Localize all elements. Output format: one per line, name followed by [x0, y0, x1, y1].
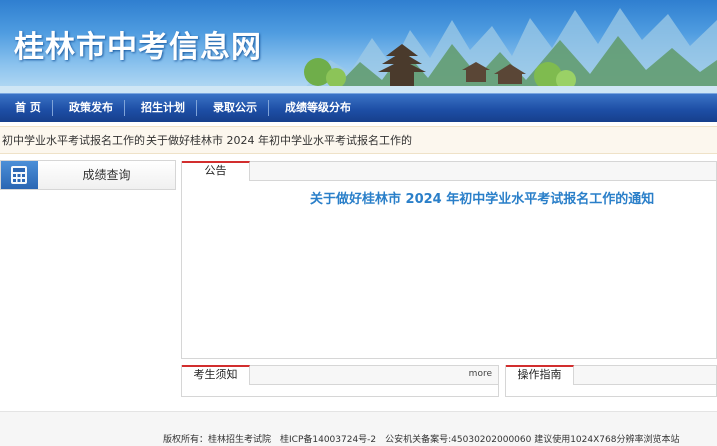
nav-item-home[interactable]: 首 页: [15, 94, 41, 122]
candidate-notice-box: 考生须知 more: [181, 365, 499, 397]
nav-item-policy[interactable]: 政策发布: [69, 94, 113, 122]
ticker-item[interactable]: 关于做好桂林市 2024 年初中学业水平考试报名工作的: [146, 127, 412, 153]
nav-divider: [196, 100, 197, 116]
nav-divider: [268, 100, 269, 116]
footer-copyright: 版权所有：桂林招生考试院 桂ICP备14003724号-2 公安机关备案号:45…: [163, 435, 680, 445]
score-query-label[interactable]: 成绩查询: [38, 161, 175, 189]
announcement-headline[interactable]: 关于做好桂林市 2024 年初中学业水平考试报名工作的通知: [310, 188, 654, 207]
score-query-box[interactable]: 成绩查询: [0, 160, 176, 190]
nav-item-score-distribution[interactable]: 成绩等级分布: [285, 94, 351, 122]
notice-tabbar: 考生须知 more: [182, 365, 498, 385]
guide-tabbar: 操作指南: [506, 365, 716, 385]
calculator-icon: [1, 161, 38, 189]
nav-item-admission-list[interactable]: 录取公示: [213, 94, 257, 122]
site-title: 桂林市中考信息网: [14, 30, 262, 65]
news-ticker: 初中学业水平考试报名工作的 关于做好桂林市 2024 年初中学业水平考试报名工作…: [0, 126, 717, 154]
site-banner: 桂林市中考信息网: [0, 0, 717, 93]
ticker-item[interactable]: 初中学业水平考试报名工作的: [2, 127, 145, 153]
footer: 版权所有：桂林招生考试院 桂ICP备14003724号-2 公安机关备案号:45…: [0, 412, 717, 446]
nav-divider: [124, 100, 125, 116]
tab-candidate-notice[interactable]: 考生须知: [182, 365, 250, 385]
tab-operation-guide[interactable]: 操作指南: [506, 365, 574, 385]
nav-divider: [52, 100, 53, 116]
announcement-tabbar: 公告: [182, 161, 716, 181]
tab-announcement[interactable]: 公告: [182, 161, 250, 181]
operation-guide-box: 操作指南: [505, 365, 717, 397]
announcement-panel: 公告 关于做好桂林市 2024 年初中学业水平考试报名工作的通知: [181, 161, 717, 359]
main-nav: 首 页 政策发布 招生计划 录取公示 成绩等级分布: [0, 93, 717, 122]
more-link[interactable]: more: [469, 369, 492, 379]
nav-item-enrollment-plan[interactable]: 招生计划: [141, 94, 185, 122]
